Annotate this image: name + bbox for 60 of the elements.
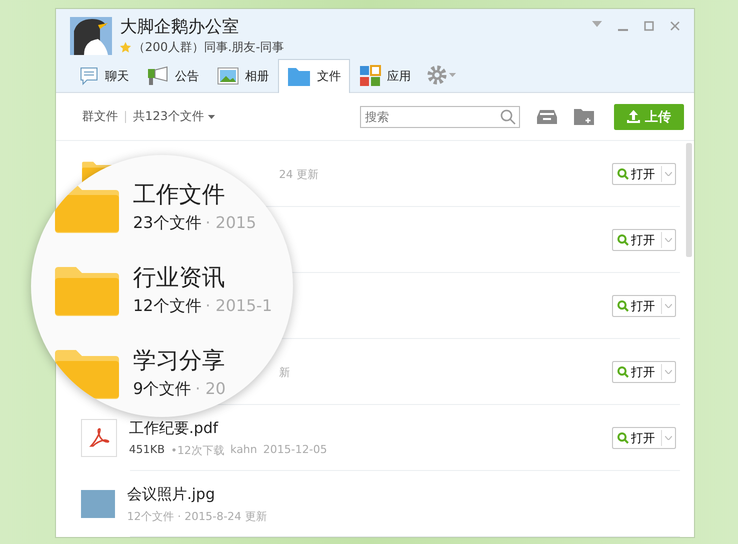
tab[interactable]: 聊天 [70, 59, 138, 92]
search-icon [617, 234, 629, 246]
open-button[interactable]: 打开 [612, 361, 676, 383]
tab[interactable]: 公告 [138, 59, 208, 92]
open-button[interactable]: 打开 [612, 163, 676, 185]
upload-icon [627, 110, 640, 123]
file-count-dropdown[interactable]: 共123个文件 [133, 108, 215, 125]
search-icon [617, 300, 629, 312]
app-grid-icon [359, 65, 381, 87]
open-button[interactable]: 打开 [612, 229, 676, 251]
folder-icon [53, 266, 121, 316]
group-title: 大脚企鹅办公室 [120, 17, 240, 37]
folder-name: 工作文件 [133, 181, 226, 209]
tab[interactable]: 文件 [278, 59, 350, 93]
folder-meta: 9个文件 · 20 [133, 379, 226, 400]
caret-icon [665, 370, 672, 374]
caret-icon [665, 304, 672, 308]
settings-icon[interactable] [426, 64, 456, 86]
open-button[interactable]: 打开 [612, 427, 676, 449]
search-icon [617, 432, 629, 444]
search-icon [617, 366, 629, 378]
caret-icon [208, 114, 215, 118]
open-button[interactable]: 打开 [612, 295, 676, 317]
search-field[interactable]: 搜索 [360, 106, 520, 128]
group-subtitle: （200人群）同事.朋友-同事 [133, 39, 284, 56]
dropdown-caret-icon[interactable] [592, 21, 602, 27]
megaphone-icon [147, 66, 169, 86]
caret-icon [665, 436, 672, 440]
download-count: •12次下载 [170, 442, 224, 458]
uploader-name: kahn [230, 442, 258, 458]
tab[interactable]: 相册 [208, 59, 278, 92]
folder-name: 学习分享 [133, 347, 226, 375]
file-name: 会议照片.jpg [127, 484, 216, 504]
folder-icon [53, 348, 121, 398]
file-meta: 新 [279, 364, 291, 380]
file-meta: 24 更新 [279, 166, 320, 182]
photo-placeholder [81, 490, 115, 518]
file-size: 451KB [129, 442, 165, 458]
file-name: 工作纪要.pdf [129, 418, 220, 438]
maximize-icon[interactable] [644, 21, 654, 31]
section-label: 群文件 [82, 108, 118, 125]
tab[interactable]: 应用 [350, 59, 420, 92]
star-icon [120, 42, 131, 53]
file-meta: 12个文件 · 2015-8-24 更新 [127, 508, 268, 524]
search-icon [617, 168, 629, 180]
new-folder-icon[interactable] [574, 108, 594, 125]
folder-meta: 12个文件 · 2015-1 [133, 296, 272, 317]
folder-meta: 23个文件 · 2015 [133, 213, 256, 234]
inbox-icon[interactable] [536, 108, 558, 124]
folder-name: 行业资讯 [133, 264, 226, 292]
close-icon[interactable] [670, 21, 680, 31]
chat-bubble-icon [79, 66, 99, 86]
search-icon [500, 108, 516, 124]
pdf-file-icon [81, 419, 117, 457]
caret-icon [665, 172, 672, 176]
upload-date: 2015-12-05 [263, 442, 328, 458]
scrollbar-thumb[interactable] [686, 143, 692, 257]
folder-icon [287, 66, 311, 86]
picture-icon [217, 67, 239, 85]
caret-icon [665, 238, 672, 242]
